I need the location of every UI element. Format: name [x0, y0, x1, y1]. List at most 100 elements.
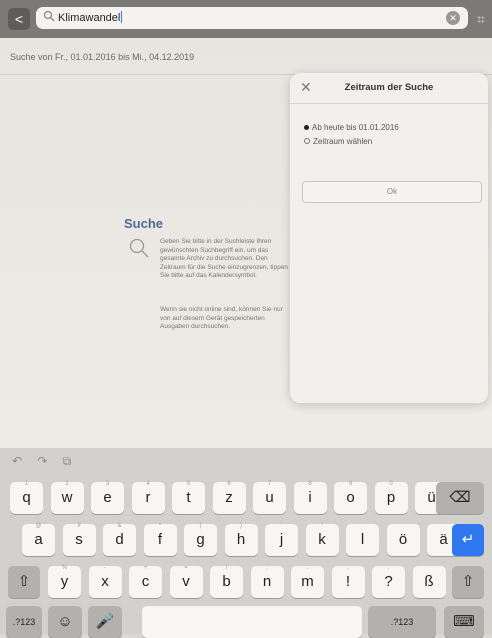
- key-label: m: [301, 573, 314, 590]
- key-hint: 5: [186, 481, 191, 487]
- key-o[interactable]: 9o: [334, 481, 367, 514]
- keyboard-shortcuts-bar[interactable]: ↶ ↷ ⧉: [12, 454, 77, 469]
- key-h[interactable]: ) h: [224, 523, 258, 556]
- range-option-custom[interactable]: Zeitraum wählen: [304, 137, 372, 146]
- key-w[interactable]: 2w: [50, 481, 84, 514]
- ok-button[interactable]: Ok: [302, 181, 482, 203]
- key-i[interactable]: 8i: [293, 481, 327, 514]
- key-?[interactable]: .?: [372, 565, 405, 598]
- key-hint: *: [158, 523, 162, 529]
- key-hint: ,: [347, 565, 349, 571]
- key-label: e: [103, 489, 112, 506]
- key-label: d: [115, 531, 124, 548]
- key-label: q: [22, 489, 31, 506]
- key-label: ↵: [461, 531, 475, 548]
- key-ß[interactable]: ß: [412, 566, 446, 598]
- key-hint: 6: [227, 481, 231, 487]
- key-z[interactable]: 6z: [212, 481, 246, 514]
- key-hint: 7: [267, 481, 272, 487]
- key-hint: /: [225, 565, 228, 571]
- key-r[interactable]: 4r: [131, 481, 165, 514]
- emoji-key[interactable]: ☺: [48, 606, 82, 638]
- key-t[interactable]: 5t: [172, 481, 205, 514]
- key-label: l: [360, 531, 365, 548]
- key-b[interactable]: / b: [210, 565, 243, 598]
- shift-key-left[interactable]: ⇧: [8, 566, 40, 598]
- key-g[interactable]: (g: [184, 523, 217, 556]
- dictation-key[interactable]: 🎤: [88, 606, 122, 638]
- space-bar[interactable]: [142, 606, 362, 638]
- key-l[interactable]: l: [346, 524, 379, 556]
- text-cursor: [121, 11, 123, 23]
- key-label: ⇧: [17, 573, 31, 590]
- key-x[interactable]: -x: [88, 565, 122, 598]
- key-label: n: [262, 573, 272, 590]
- numbers-key-left[interactable]: .?123: [6, 606, 42, 638]
- dismiss-keyboard-key[interactable]: ⌨: [444, 606, 484, 638]
- key-hint: -: [104, 565, 106, 571]
- key-label: ☺: [57, 613, 73, 630]
- key-v[interactable]: = v: [169, 565, 203, 598]
- key-m[interactable]: :m: [291, 565, 324, 598]
- search-input[interactable]: Klimawandel: [58, 11, 123, 24]
- numbers-key-right[interactable]: .?123: [368, 606, 436, 638]
- key-hint: ": [320, 523, 324, 529]
- key-label: ö: [398, 531, 408, 548]
- divider: [290, 103, 488, 104]
- key-![interactable]: ,!: [331, 565, 365, 598]
- key-hint: 2: [65, 481, 69, 487]
- offline-hint-text: Wenn sie nicht online sind, können Sie n…: [160, 306, 283, 330]
- key-label: .?123: [390, 617, 414, 627]
- range-option-default[interactable]: Ab heute bis 01.01.2016: [304, 123, 399, 132]
- empty-state-title: Suche: [124, 216, 164, 231]
- search-date-range: Suche von Fr., 01.01.2016 bis Mi., 04.12…: [10, 52, 195, 62]
- key-label: t: [186, 489, 191, 506]
- key-u[interactable]: 7u: [253, 481, 286, 514]
- main-content: Suche von Fr., 01.01.2016 bis Mi., 04.12…: [0, 38, 492, 448]
- popover-title: Zeitraum der Suche: [344, 82, 434, 93]
- calendar-icon[interactable]: ⌗: [473, 8, 489, 30]
- key-hint: ): [240, 523, 242, 529]
- key-f[interactable]: * f: [143, 523, 177, 556]
- key-c[interactable]: + c: [129, 565, 162, 598]
- key-ö[interactable]: ö: [386, 524, 420, 556]
- shift-key-right[interactable]: ⇧: [452, 566, 484, 598]
- key-hint: ;: [266, 565, 268, 571]
- search-field[interactable]: Klimawandel ✕: [36, 7, 468, 29]
- date-range-popover: ✕ Zeitraum der Suche Ab heute bis 01.01.…: [290, 73, 488, 403]
- key-label: p: [386, 489, 396, 506]
- key-label: i: [308, 489, 312, 506]
- key-k[interactable]: " k: [305, 523, 339, 556]
- return-key[interactable]: ↵: [452, 524, 484, 556]
- key-label: ⌨: [453, 613, 475, 630]
- key-q[interactable]: 1q: [10, 481, 43, 514]
- delete-key[interactable]: ⌫: [436, 482, 484, 514]
- key-label: f: [157, 531, 163, 548]
- search-icon: [43, 10, 57, 24]
- key-hint: 8: [308, 481, 312, 487]
- key-hint: &: [117, 523, 122, 529]
- key-n[interactable]: ; n: [250, 565, 284, 598]
- key-a[interactable]: @ a: [22, 523, 55, 556]
- key-label: w: [61, 489, 73, 506]
- key-hint: @: [35, 523, 42, 529]
- key-d[interactable]: & d: [103, 523, 136, 556]
- clear-search-icon[interactable]: ✕: [446, 11, 460, 25]
- key-label: o: [346, 489, 355, 506]
- key-hint: =: [184, 565, 188, 571]
- key-hint: (: [199, 523, 202, 529]
- key-label: u: [265, 489, 274, 506]
- key-y[interactable]: % y: [48, 565, 81, 598]
- key-s[interactable]: # s: [62, 523, 96, 556]
- key-hint: .: [387, 565, 390, 571]
- key-label: ⌫: [449, 489, 471, 506]
- key-e[interactable]: 3e: [91, 481, 124, 514]
- key-hint: ': [280, 523, 283, 529]
- key-label: !: [345, 573, 351, 590]
- back-button[interactable]: <: [8, 8, 30, 30]
- key-hint: %: [61, 565, 68, 571]
- key-j[interactable]: ' j: [265, 523, 298, 556]
- key-label: b: [222, 573, 231, 590]
- key-label: ß: [424, 573, 434, 590]
- key-p[interactable]: 0p: [374, 481, 408, 514]
